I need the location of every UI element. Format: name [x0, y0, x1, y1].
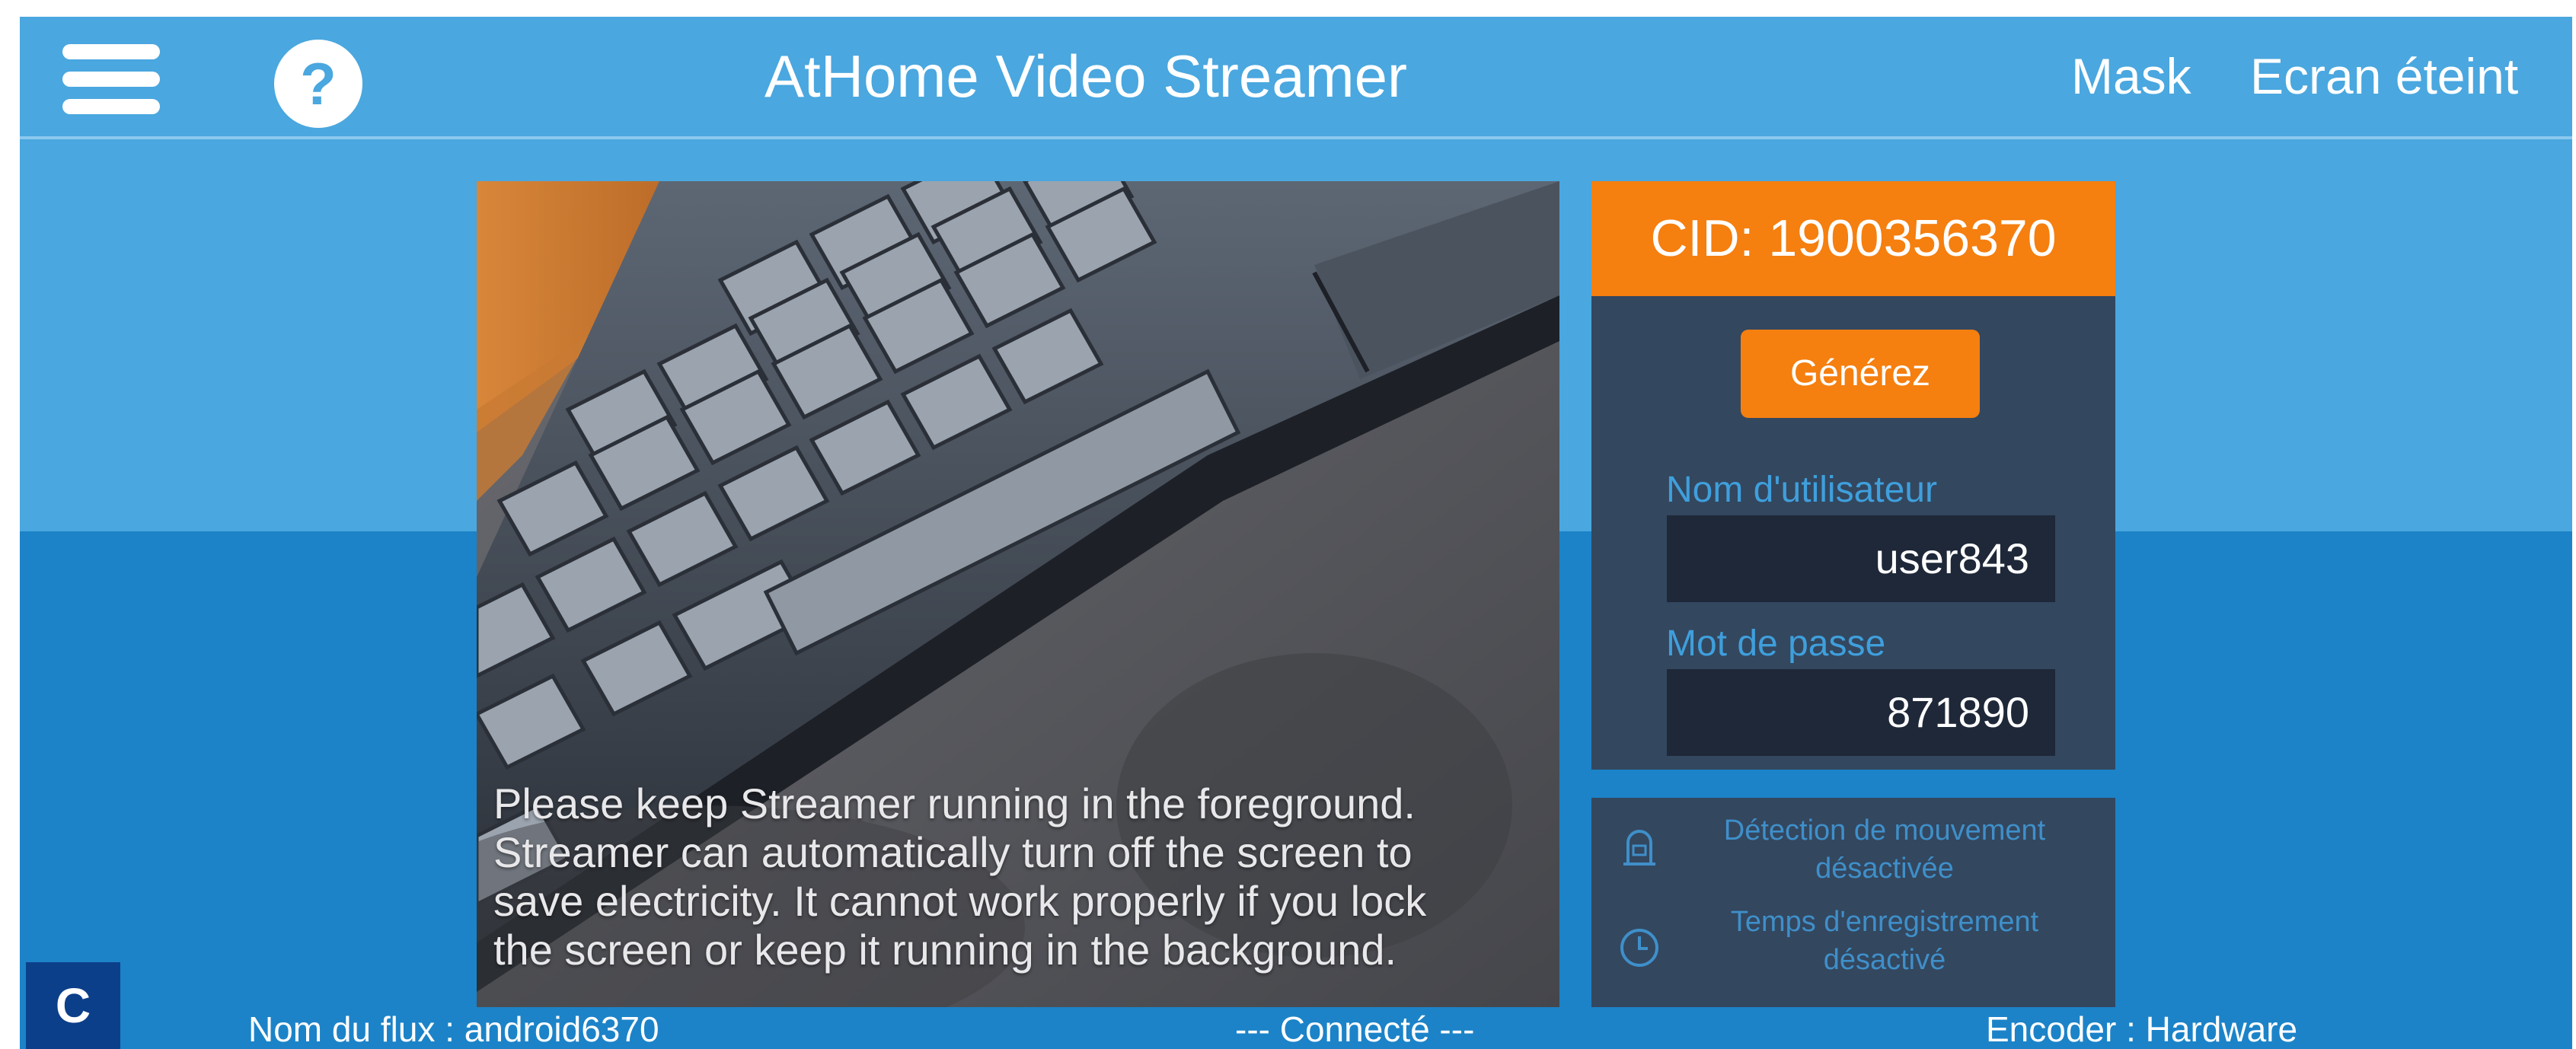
corner-badge: C — [26, 962, 120, 1049]
generate-button[interactable]: Générez — [1741, 330, 1980, 418]
motion-sensor-icon — [1619, 826, 1660, 867]
top-bar-divider — [20, 136, 2572, 139]
foreground-warning-message: Please keep Streamer running in the fore… — [493, 780, 1552, 974]
clock-icon — [1619, 927, 1660, 968]
warning-line-4: the screen or keep it running in the bac… — [493, 926, 1397, 974]
cid-display: CID: 1900356370 — [1591, 181, 2115, 296]
encoder-info: Encoder : Hardware — [1986, 1009, 2298, 1049]
connection-status: --- Connecté --- — [1235, 1009, 1475, 1049]
motion-detection-line-1: Détection de mouvement — [1723, 815, 2046, 847]
stream-name: Nom du flux : android6370 — [248, 1009, 659, 1049]
recording-time-status[interactable]: Temps d'enregistrement désactivé — [1591, 897, 2115, 988]
username-field[interactable]: user843 — [1667, 515, 2055, 602]
question-circle-icon[interactable]: ? — [272, 37, 365, 130]
streamer-app: ? AtHome Video Streamer Mask Ecran étein… — [20, 17, 2572, 1049]
top-app-bar: ? AtHome Video Streamer Mask Ecran étein… — [20, 17, 2572, 136]
motion-detection-text: Détection de mouvement désactivée — [1675, 811, 2094, 888]
motion-detection-status[interactable]: Détection de mouvement désactivée — [1591, 798, 2115, 889]
app-title: AtHome Video Streamer — [765, 43, 1407, 110]
recording-time-text: Temps d'enregistrement désactivé — [1675, 903, 2094, 979]
mask-button[interactable]: Mask — [2071, 38, 2191, 114]
password-field[interactable]: 871890 — [1667, 669, 2055, 756]
warning-line-3: save electricity. It cannot work properl… — [493, 877, 1427, 925]
warning-line-1: Please keep Streamer running in the fore… — [493, 780, 1416, 827]
recording-time-line-1: Temps d'enregistrement — [1730, 906, 2039, 938]
username-label: Nom d'utilisateur — [1666, 470, 1937, 510]
svg-text:?: ? — [300, 50, 337, 117]
password-label: Mot de passe — [1666, 623, 1886, 664]
recording-time-line-2: désactivé — [1823, 944, 1946, 976]
motion-detection-line-2: désactivée — [1815, 853, 1954, 885]
warning-line-2: Streamer can automatically turn off the … — [493, 828, 1412, 876]
connection-panel: CID: 1900356370 Générez Nom d'utilisateu… — [1591, 181, 2115, 770]
camera-preview: Please keep Streamer running in the fore… — [477, 181, 1559, 1007]
hamburger-menu-icon[interactable] — [62, 40, 160, 119]
screen-off-button[interactable]: Ecran éteint — [2250, 38, 2518, 114]
status-panel: Détection de mouvement désactivée Temps … — [1591, 798, 2115, 1007]
